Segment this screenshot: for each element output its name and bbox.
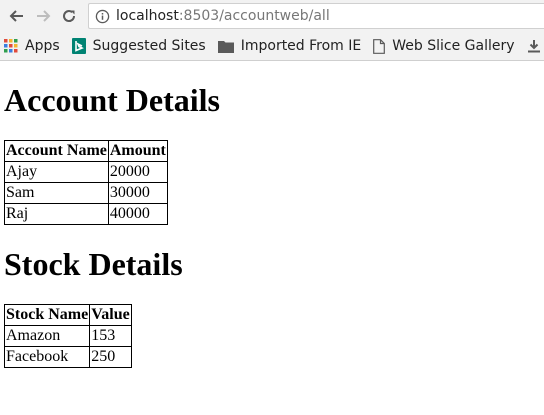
browser-chrome: localhost:8503/accountweb/all Apps Sugg…: [0, 0, 544, 61]
stock-name-cell: Facebook: [3, 345, 91, 368]
info-icon[interactable]: [95, 9, 110, 24]
account-name-cell: Sam: [4, 181, 109, 204]
column-header: Account Name: [4, 139, 109, 162]
table-row: Facebook 250: [3, 345, 132, 368]
account-name-cell: Ajay: [4, 160, 109, 183]
account-heading: Account Details: [4, 82, 220, 118]
forward-arrow-icon: [37, 10, 51, 22]
browser-toolbar: localhost:8503/accountweb/all: [0, 0, 544, 32]
value-cell: 250: [89, 345, 132, 368]
table-row: Raj 40000: [4, 202, 168, 225]
bookmark-imported-from-ie[interactable]: Imported From IE: [217, 38, 362, 54]
back-arrow-icon: [9, 10, 23, 22]
apps-grid-icon: [4, 39, 18, 53]
bookmarks-bar: Apps Suggested Sites Imported From IE We…: [0, 32, 544, 61]
reload-icon: [63, 10, 76, 22]
bookmark-label: Web Slice Gallery: [392, 38, 515, 54]
url-path: :8503/accountweb/all: [178, 8, 330, 24]
bookmark-web-slice-gallery[interactable]: Web Slice Gallery: [373, 38, 515, 54]
account-table: Account Name Amount Ajay 20000 Sam 30000…: [4, 139, 168, 225]
account-name-cell: Raj: [4, 202, 109, 225]
bookmark-label: Apps: [25, 38, 60, 54]
column-header: Value: [89, 303, 132, 326]
page-content: Account Details Account Name Amount Ajay…: [0, 82, 544, 368]
address-bar[interactable]: localhost:8503/accountweb/all: [88, 3, 544, 29]
back-button[interactable]: [4, 2, 30, 30]
bing-icon: [71, 38, 86, 54]
stock-heading: Stock Details: [4, 245, 183, 282]
stock-table: Stock Name Value Amazon 153 Facebook 250: [3, 303, 132, 368]
column-header: Stock Name: [3, 303, 91, 326]
table-header-row: Stock Name Value: [3, 303, 132, 326]
table-row: Amazon 153: [3, 324, 132, 347]
table-row: Ajay 20000: [4, 160, 168, 183]
amount-cell: 20000: [107, 160, 168, 183]
folder-icon: [217, 40, 234, 53]
forward-button[interactable]: [30, 2, 56, 30]
value-cell: 153: [89, 324, 132, 347]
bookmark-apps[interactable]: Apps: [4, 38, 60, 54]
download-icon: [527, 39, 541, 53]
table-row: Sam 30000: [4, 181, 168, 204]
bookmark-label: Imported From IE: [240, 38, 362, 54]
table-header-row: Account Name Amount: [4, 139, 168, 162]
amount-cell: 40000: [107, 202, 168, 225]
bookmark-label: Suggested Sites: [92, 38, 206, 54]
stock-name-cell: Amazon: [3, 324, 91, 347]
amount-cell: 30000: [107, 181, 168, 204]
column-header: Amount: [107, 139, 168, 162]
bookmark-downloads[interactable]: G: [527, 38, 544, 54]
bookmark-suggested-sites[interactable]: Suggested Sites: [71, 38, 206, 54]
page-icon: [373, 38, 386, 54]
reload-button[interactable]: [56, 2, 82, 30]
url-host: localhost: [116, 8, 179, 24]
